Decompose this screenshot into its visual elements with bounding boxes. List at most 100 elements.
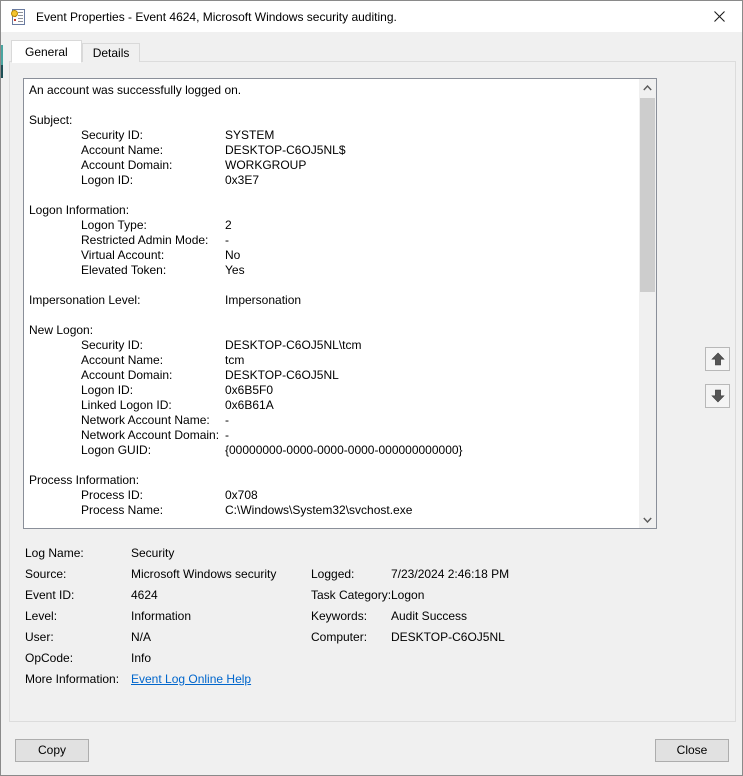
next-event-button[interactable] [705, 384, 730, 408]
footer-label-right [311, 651, 391, 672]
tab-general[interactable]: General [11, 40, 82, 63]
arrow-down-icon [710, 389, 725, 403]
scrollbar-up-button[interactable] [639, 79, 656, 96]
titlebar: Event Properties - Event 4624, Microsoft… [1, 1, 742, 32]
event-text-label: Linked Logon ID: [81, 398, 172, 412]
vertical-scrollbar[interactable] [639, 79, 656, 528]
event-text-value: No [225, 248, 241, 262]
event-text-label: Elevated Token: [81, 263, 167, 277]
footer-label: User: [25, 630, 54, 644]
footer-value-right: Audit Success [391, 609, 468, 623]
footer-label: Event ID: [25, 588, 75, 602]
chevron-up-icon [643, 84, 652, 90]
event-text-label: Logon Information: [29, 203, 130, 217]
event-text-line: Process Information: [29, 473, 635, 488]
event-text-label: Process Name: [81, 503, 164, 517]
arrow-up-icon [710, 352, 725, 366]
event-text-blank-line [29, 98, 635, 113]
event-text-line: Network Account Name: - [29, 413, 635, 428]
event-text-label: Security ID: [81, 338, 144, 352]
event-text-value: WORKGROUP [225, 158, 307, 172]
event-text-value: SYSTEM [225, 128, 275, 142]
event-text-label: Logon ID: [81, 383, 134, 397]
footer-label: Log Name: [25, 546, 84, 560]
copy-button[interactable]: Copy [15, 739, 89, 762]
event-text-label: Account Name: [81, 143, 164, 157]
tab-strip: General Details [11, 40, 141, 63]
event-text-value: 2 [225, 218, 232, 232]
close-icon [714, 11, 725, 22]
footer-row: OpCode: Info [25, 651, 725, 672]
footer-row: Source: Microsoft Windows security Logged:… [25, 567, 725, 588]
event-text-value: DESKTOP-C6OJ5NL\tcm [225, 338, 362, 352]
event-text-line: Logon GUID: {00000000-0000-0000-0000-0000… [29, 443, 635, 458]
event-text-label: Impersonation Level: [29, 293, 141, 307]
event-text-line: Account Domain: WORKGROUP [29, 158, 635, 173]
footer-value-right: Logon [391, 588, 425, 602]
close-button[interactable]: Close [655, 739, 729, 762]
scrollbar-thumb[interactable] [640, 98, 655, 292]
event-text-line: Subject: [29, 113, 635, 128]
footer-value-right: DESKTOP-C6OJ5NL [391, 630, 505, 644]
event-properties-icon [11, 8, 27, 25]
event-text-line: Logon Information: [29, 203, 635, 218]
footer-label-right: Logged: [311, 567, 355, 581]
footer-value: 4624 [131, 588, 158, 602]
event-text-value: 0x3E7 [225, 173, 260, 187]
event-text-line: New Logon: [29, 323, 635, 338]
event-text-line: Logon ID: 0x6B5F0 [29, 383, 635, 398]
footer-value: Information [131, 609, 192, 623]
event-text-line: Impersonation Level: Impersonation [29, 293, 635, 308]
event-text-value: tcm [225, 353, 245, 367]
event-text-label: Logon Type: [81, 218, 147, 232]
event-text-value: - [225, 413, 229, 427]
event-text-value: Yes [225, 263, 245, 277]
event-text-line: Logon Type: 2 [29, 218, 635, 233]
event-text-line: Process Name: C:\Windows\System32\svchost… [29, 503, 635, 518]
event-text-value: 0x6B61A [225, 398, 274, 412]
footer-row: User: N/A Computer: DESKTOP-C6OJ5NL [25, 630, 725, 651]
chevron-down-icon [643, 517, 652, 523]
event-text-label: Account Domain: [81, 158, 173, 172]
footer-label-right: Keywords: [311, 609, 368, 623]
footer-value: N/A [131, 630, 152, 644]
event-text-value: - [225, 428, 229, 442]
event-description-textarea[interactable]: An account was successfully logged on. Su… [23, 78, 657, 529]
event-text-line: An account was successfully logged on. [29, 83, 635, 98]
event-text-line: Account Domain: DESKTOP-C6OJ5NL [29, 368, 635, 383]
event-text-value: 0x6B5F0 [225, 383, 274, 397]
event-text-label: New Logon: [29, 323, 94, 337]
scrollbar-down-button[interactable] [639, 511, 656, 528]
titlebar-close-button[interactable] [697, 1, 742, 32]
event-text-line: Network Account Domain: - [29, 428, 635, 443]
event-text-value: DESKTOP-C6OJ5NL [225, 368, 339, 382]
event-text-label: Network Account Name: [81, 413, 210, 427]
event-text-label: Account Domain: [81, 368, 173, 382]
event-text-label: Virtual Account: [81, 248, 165, 262]
footer-value: Info [131, 651, 152, 665]
window-title: Event Properties - Event 4624, Microsoft… [36, 9, 397, 24]
footer-label: Source: [25, 567, 67, 581]
event-text-blank-line [29, 188, 635, 203]
event-text-value: Impersonation [225, 293, 302, 307]
footer-label-right: Task Category: [311, 588, 392, 602]
footer-label: More Information: [25, 672, 120, 686]
footer-value: Microsoft Windows security [131, 567, 277, 581]
event-text-blank-line [29, 308, 635, 323]
footer-row: More Information: Event Log Online Help [25, 672, 725, 693]
event-text-line: Elevated Token: Yes [29, 263, 635, 278]
event-text-line: Account Name: tcm [29, 353, 635, 368]
event-text-label: Process ID: [81, 488, 144, 502]
event-log-online-help-link[interactable]: Event Log Online Help [131, 672, 251, 686]
previous-event-button[interactable] [705, 347, 730, 371]
event-text-label: Process Information: [29, 473, 140, 487]
event-text-label: Network Account Domain: [81, 428, 220, 442]
event-text-label: Subject: [29, 113, 73, 127]
event-text-line: Restricted Admin Mode: - [29, 233, 635, 248]
event-text-line: Logon ID: 0x3E7 [29, 173, 635, 188]
footer-label: OpCode: [25, 651, 74, 665]
tab-details[interactable]: Details [81, 43, 141, 62]
footer-label-right: Computer: [311, 630, 368, 644]
event-text-content: An account was successfully logged on. Su… [29, 83, 635, 526]
event-text-value: {00000000-0000-0000-0000-000000000000} [225, 443, 463, 457]
